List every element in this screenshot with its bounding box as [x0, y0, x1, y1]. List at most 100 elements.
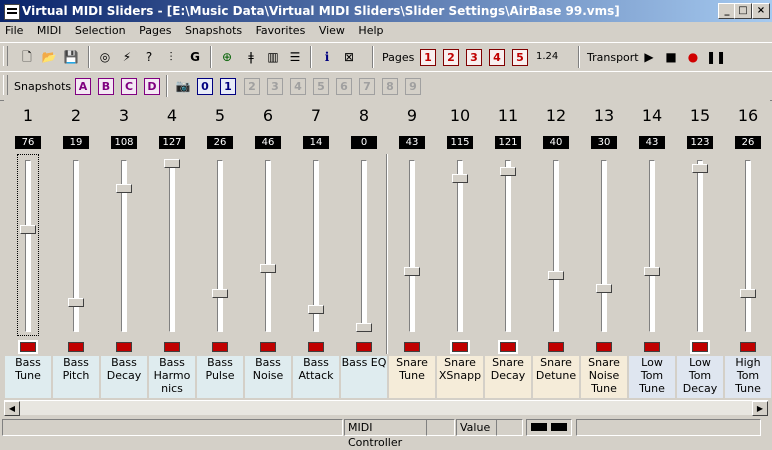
piano-keys-icon[interactable]: ▥	[264, 48, 282, 66]
new-file-icon[interactable]: 🗋	[18, 48, 36, 66]
slider-indicator-led[interactable]	[68, 342, 84, 352]
close-box-icon[interactable]: ⊠	[340, 48, 358, 66]
slider-track[interactable]	[25, 160, 31, 332]
slider-thumb[interactable]	[212, 289, 228, 299]
slider-name-label[interactable]: Bass Decay	[101, 356, 147, 398]
g-button[interactable]: G	[186, 48, 204, 66]
snapshot-5-button[interactable]: 5	[313, 78, 329, 95]
app-icon[interactable]	[4, 4, 20, 20]
slider-thumb[interactable]	[68, 298, 84, 308]
slider-track[interactable]	[601, 160, 607, 332]
pause-icon[interactable]: ❚❚	[706, 48, 726, 66]
slider-track[interactable]	[169, 160, 175, 332]
snapshot-d-button[interactable]: D	[144, 78, 160, 95]
slider-thumb[interactable]	[308, 304, 324, 314]
slider-name-label[interactable]: Bass Pulse	[197, 356, 243, 398]
menu-favorites[interactable]: Favorites	[251, 22, 311, 39]
slider-indicator-led[interactable]	[18, 340, 38, 354]
menu-pages[interactable]: Pages	[134, 22, 176, 39]
slider-indicator-led[interactable]	[356, 342, 372, 352]
slider-track[interactable]	[745, 160, 751, 332]
snapshot-a-button[interactable]: A	[75, 78, 91, 95]
scroll-right-arrow-icon[interactable]: ▶	[752, 401, 768, 416]
tuning-icon[interactable]: ǂ	[242, 48, 260, 66]
slider-indicator-led[interactable]	[404, 342, 420, 352]
slider-indicator-led[interactable]	[450, 340, 470, 354]
slider-name-label[interactable]: Snare Tune	[389, 356, 435, 398]
midi-port-icon[interactable]: ◎	[96, 48, 114, 66]
crosshair-icon[interactable]: ⊕	[218, 48, 236, 66]
toolbar-grip[interactable]	[3, 46, 8, 66]
menu-selection[interactable]: Selection	[70, 22, 131, 39]
snapshot-3-button[interactable]: 3	[267, 78, 283, 95]
slider-track[interactable]	[553, 160, 559, 332]
slider-thumb[interactable]	[20, 224, 36, 234]
slider-track[interactable]	[217, 160, 223, 332]
menu-snapshots[interactable]: Snapshots	[180, 22, 247, 39]
snapshot-b-button[interactable]: B	[98, 78, 114, 95]
camera-icon[interactable]: 📷	[174, 77, 192, 95]
menu-view[interactable]: View	[314, 22, 350, 39]
snapshot-2-button[interactable]: 2	[244, 78, 260, 95]
slider-name-label[interactable]: Low Tom Tune	[629, 356, 675, 398]
slider-name-label[interactable]: Bass Attack	[293, 356, 339, 398]
slider-thumb[interactable]	[116, 183, 132, 193]
maximize-button[interactable]: □	[734, 3, 752, 19]
slider-thumb[interactable]	[356, 323, 372, 332]
menu-help[interactable]: Help	[353, 22, 388, 39]
page-3-button[interactable]: 3	[466, 49, 482, 66]
snapshot-4-button[interactable]: 4	[290, 78, 306, 95]
slider-indicator-led[interactable]	[644, 342, 660, 352]
slider-name-label[interactable]: Bass EQ	[341, 356, 387, 398]
slider-indicator-led[interactable]	[596, 342, 612, 352]
scroll-left-arrow-icon[interactable]: ◀	[4, 401, 20, 416]
snapshot-1-button[interactable]: 1	[220, 78, 236, 95]
stop-icon[interactable]: ■	[662, 48, 680, 66]
record-icon[interactable]: ●	[684, 48, 702, 66]
menu-file[interactable]: File	[0, 22, 28, 39]
slider-thumb[interactable]	[500, 166, 516, 176]
page-1-button[interactable]: 1	[420, 49, 436, 66]
slider-name-label[interactable]: Snare Decay	[485, 356, 531, 398]
slider-indicator-led[interactable]	[308, 342, 324, 352]
slider-thumb[interactable]	[164, 159, 180, 168]
slider-thumb[interactable]	[452, 174, 468, 184]
snapshot-9-button[interactable]: 9	[405, 78, 421, 95]
slider-track[interactable]	[265, 160, 271, 332]
snapshot-c-button[interactable]: C	[121, 78, 137, 95]
slider-thumb[interactable]	[548, 271, 564, 281]
slider-thumb[interactable]	[740, 289, 756, 299]
slider-indicator-led[interactable]	[260, 342, 276, 352]
slider-indicator-led[interactable]	[548, 342, 564, 352]
slider-track[interactable]	[457, 160, 463, 332]
horizontal-scrollbar[interactable]: ◀ ▶	[4, 400, 768, 416]
slider-track[interactable]	[409, 160, 415, 332]
slider-thumb[interactable]	[260, 263, 276, 273]
snapshot-8-button[interactable]: 8	[382, 78, 398, 95]
slider-indicator-led[interactable]	[164, 342, 180, 352]
slider-track[interactable]	[505, 160, 511, 332]
slider-name-label[interactable]: Bass Pitch	[53, 356, 99, 398]
slider-name-label[interactable]: Low Tom Decay	[677, 356, 723, 398]
slider-track[interactable]	[649, 160, 655, 332]
slider-name-label[interactable]: High Tom Tune	[725, 356, 771, 398]
play-icon[interactable]: ▶	[640, 48, 658, 66]
slider-indicator-led[interactable]	[690, 340, 710, 354]
snapshot-6-button[interactable]: 6	[336, 78, 352, 95]
slider-name-label[interactable]: Snare XSnapp	[437, 356, 483, 398]
slider-indicator-led[interactable]	[498, 340, 518, 354]
slider-indicator-led[interactable]	[212, 342, 228, 352]
help-question-icon[interactable]: ?	[140, 48, 158, 66]
slider-name-label[interactable]: Snare Detune	[533, 356, 579, 398]
slider-track[interactable]	[361, 160, 367, 332]
list-icon[interactable]: ☰	[286, 48, 304, 66]
open-folder-icon[interactable]: 📂	[40, 48, 58, 66]
page-2-button[interactable]: 2	[443, 49, 459, 66]
slider-name-label[interactable]: Bass Noise	[245, 356, 291, 398]
toolbar-grip[interactable]	[3, 75, 8, 95]
slider-thumb[interactable]	[596, 284, 612, 294]
slider-thumb[interactable]	[644, 267, 660, 277]
lightning-icon[interactable]: ⚡	[118, 48, 136, 66]
sliders-icon[interactable]: ⫶	[162, 48, 180, 66]
menu-midi[interactable]: MIDI	[32, 22, 66, 39]
